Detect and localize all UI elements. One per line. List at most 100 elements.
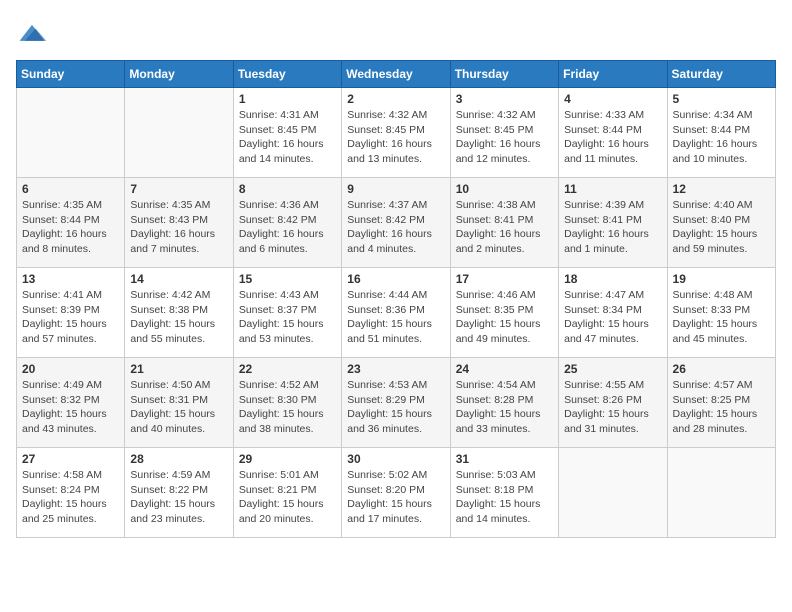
day-number: 5	[673, 92, 770, 106]
day-info: Sunrise: 4:52 AM Sunset: 8:30 PM Dayligh…	[239, 378, 336, 437]
day-number: 9	[347, 182, 444, 196]
day-number: 14	[130, 272, 227, 286]
day-info: Sunrise: 4:50 AM Sunset: 8:31 PM Dayligh…	[130, 378, 227, 437]
calendar-cell: 18 Sunrise: 4:47 AM Sunset: 8:34 PM Dayli…	[559, 268, 667, 358]
day-number: 10	[456, 182, 553, 196]
day-info: Sunrise: 4:32 AM Sunset: 8:45 PM Dayligh…	[456, 108, 553, 167]
weekday-header: Saturday	[667, 61, 775, 88]
day-number: 13	[22, 272, 119, 286]
calendar-cell: 3 Sunrise: 4:32 AM Sunset: 8:45 PM Daylig…	[450, 88, 558, 178]
calendar-cell: 2 Sunrise: 4:32 AM Sunset: 8:45 PM Daylig…	[342, 88, 450, 178]
weekday-header: Monday	[125, 61, 233, 88]
day-info: Sunrise: 4:49 AM Sunset: 8:32 PM Dayligh…	[22, 378, 119, 437]
calendar-cell: 12 Sunrise: 4:40 AM Sunset: 8:40 PM Dayli…	[667, 178, 775, 268]
logo-icon	[16, 16, 48, 48]
weekday-header: Tuesday	[233, 61, 341, 88]
calendar-cell	[559, 448, 667, 538]
day-info: Sunrise: 4:34 AM Sunset: 8:44 PM Dayligh…	[673, 108, 770, 167]
day-number: 21	[130, 362, 227, 376]
day-number: 15	[239, 272, 336, 286]
calendar-cell: 8Sunrise: 4:36 AM Sunset: 8:42 PM Daylig…	[233, 178, 341, 268]
calendar-cell: 10 Sunrise: 4:38 AM Sunset: 8:41 PM Dayli…	[450, 178, 558, 268]
day-number: 11	[564, 182, 661, 196]
day-info: Sunrise: 4:44 AM Sunset: 8:36 PM Dayligh…	[347, 288, 444, 347]
calendar-week-row: 6 Sunrise: 4:35 AM Sunset: 8:44 PM Daylig…	[17, 178, 776, 268]
day-number: 12	[673, 182, 770, 196]
calendar-week-row: 27 Sunrise: 4:58 AM Sunset: 8:24 PM Dayli…	[17, 448, 776, 538]
weekday-header-row: SundayMondayTuesdayWednesdayThursdayFrid…	[17, 61, 776, 88]
day-number: 6	[22, 182, 119, 196]
day-info: Sunrise: 5:03 AM Sunset: 8:18 PM Dayligh…	[456, 468, 553, 527]
calendar-cell: 15 Sunrise: 4:43 AM Sunset: 8:37 PM Dayli…	[233, 268, 341, 358]
weekday-header: Friday	[559, 61, 667, 88]
day-number: 19	[673, 272, 770, 286]
weekday-header: Thursday	[450, 61, 558, 88]
calendar-cell: 26 Sunrise: 4:57 AM Sunset: 8:25 PM Dayli…	[667, 358, 775, 448]
calendar-week-row: 20 Sunrise: 4:49 AM Sunset: 8:32 PM Dayli…	[17, 358, 776, 448]
logo	[16, 16, 52, 48]
day-info: Sunrise: 4:59 AM Sunset: 8:22 PM Dayligh…	[130, 468, 227, 527]
day-info: Sunrise: 4:35 AM Sunset: 8:44 PM Dayligh…	[22, 198, 119, 257]
day-number: 4	[564, 92, 661, 106]
calendar-cell: 27 Sunrise: 4:58 AM Sunset: 8:24 PM Dayli…	[17, 448, 125, 538]
day-number: 1	[239, 92, 336, 106]
calendar-cell: 7 Sunrise: 4:35 AM Sunset: 8:43 PM Daylig…	[125, 178, 233, 268]
day-number: 7	[130, 182, 227, 196]
day-info: Sunrise: 4:42 AM Sunset: 8:38 PM Dayligh…	[130, 288, 227, 347]
day-info: Sunrise: 4:43 AM Sunset: 8:37 PM Dayligh…	[239, 288, 336, 347]
day-info: Sunrise: 4:57 AM Sunset: 8:25 PM Dayligh…	[673, 378, 770, 437]
calendar-cell: 22 Sunrise: 4:52 AM Sunset: 8:30 PM Dayli…	[233, 358, 341, 448]
calendar-cell: 9Sunrise: 4:37 AM Sunset: 8:42 PM Daylig…	[342, 178, 450, 268]
day-number: 24	[456, 362, 553, 376]
day-number: 22	[239, 362, 336, 376]
day-info: Sunrise: 4:54 AM Sunset: 8:28 PM Dayligh…	[456, 378, 553, 437]
day-number: 30	[347, 452, 444, 466]
calendar-cell	[17, 88, 125, 178]
calendar-cell: 30Sunrise: 5:02 AM Sunset: 8:20 PM Dayli…	[342, 448, 450, 538]
calendar-cell: 20 Sunrise: 4:49 AM Sunset: 8:32 PM Dayli…	[17, 358, 125, 448]
day-number: 3	[456, 92, 553, 106]
calendar-cell: 16 Sunrise: 4:44 AM Sunset: 8:36 PM Dayli…	[342, 268, 450, 358]
calendar-cell	[125, 88, 233, 178]
calendar-cell: 5 Sunrise: 4:34 AM Sunset: 8:44 PM Daylig…	[667, 88, 775, 178]
calendar-cell: 1 Sunrise: 4:31 AM Sunset: 8:45 PM Daylig…	[233, 88, 341, 178]
day-info: Sunrise: 4:35 AM Sunset: 8:43 PM Dayligh…	[130, 198, 227, 257]
day-number: 20	[22, 362, 119, 376]
day-number: 2	[347, 92, 444, 106]
calendar-cell: 31Sunrise: 5:03 AM Sunset: 8:18 PM Dayli…	[450, 448, 558, 538]
day-info: Sunrise: 4:32 AM Sunset: 8:45 PM Dayligh…	[347, 108, 444, 167]
day-info: Sunrise: 4:58 AM Sunset: 8:24 PM Dayligh…	[22, 468, 119, 527]
day-number: 16	[347, 272, 444, 286]
day-info: Sunrise: 4:31 AM Sunset: 8:45 PM Dayligh…	[239, 108, 336, 167]
day-number: 25	[564, 362, 661, 376]
day-info: Sunrise: 4:48 AM Sunset: 8:33 PM Dayligh…	[673, 288, 770, 347]
day-info: Sunrise: 4:38 AM Sunset: 8:41 PM Dayligh…	[456, 198, 553, 257]
day-number: 26	[673, 362, 770, 376]
calendar-table: SundayMondayTuesdayWednesdayThursdayFrid…	[16, 60, 776, 538]
calendar-cell: 13Sunrise: 4:41 AM Sunset: 8:39 PM Dayli…	[17, 268, 125, 358]
calendar-cell: 14 Sunrise: 4:42 AM Sunset: 8:38 PM Dayli…	[125, 268, 233, 358]
page-header	[16, 16, 776, 48]
day-number: 28	[130, 452, 227, 466]
calendar-cell: 24 Sunrise: 4:54 AM Sunset: 8:28 PM Dayli…	[450, 358, 558, 448]
day-info: Sunrise: 4:39 AM Sunset: 8:41 PM Dayligh…	[564, 198, 661, 257]
calendar-cell: 19 Sunrise: 4:48 AM Sunset: 8:33 PM Dayli…	[667, 268, 775, 358]
day-info: Sunrise: 4:47 AM Sunset: 8:34 PM Dayligh…	[564, 288, 661, 347]
calendar-cell: 29Sunrise: 5:01 AM Sunset: 8:21 PM Dayli…	[233, 448, 341, 538]
calendar-cell: 23Sunrise: 4:53 AM Sunset: 8:29 PM Dayli…	[342, 358, 450, 448]
calendar-cell: 28 Sunrise: 4:59 AM Sunset: 8:22 PM Dayli…	[125, 448, 233, 538]
day-number: 18	[564, 272, 661, 286]
day-info: Sunrise: 4:36 AM Sunset: 8:42 PM Dayligh…	[239, 198, 336, 257]
day-info: Sunrise: 4:55 AM Sunset: 8:26 PM Dayligh…	[564, 378, 661, 437]
weekday-header: Wednesday	[342, 61, 450, 88]
calendar-week-row: 13Sunrise: 4:41 AM Sunset: 8:39 PM Dayli…	[17, 268, 776, 358]
calendar-cell: 11 Sunrise: 4:39 AM Sunset: 8:41 PM Dayli…	[559, 178, 667, 268]
day-info: Sunrise: 4:40 AM Sunset: 8:40 PM Dayligh…	[673, 198, 770, 257]
day-number: 27	[22, 452, 119, 466]
weekday-header: Sunday	[17, 61, 125, 88]
calendar-cell: 6 Sunrise: 4:35 AM Sunset: 8:44 PM Daylig…	[17, 178, 125, 268]
calendar-cell: 4Sunrise: 4:33 AM Sunset: 8:44 PM Daylig…	[559, 88, 667, 178]
day-info: Sunrise: 5:01 AM Sunset: 8:21 PM Dayligh…	[239, 468, 336, 527]
calendar-cell: 17Sunrise: 4:46 AM Sunset: 8:35 PM Dayli…	[450, 268, 558, 358]
day-number: 17	[456, 272, 553, 286]
